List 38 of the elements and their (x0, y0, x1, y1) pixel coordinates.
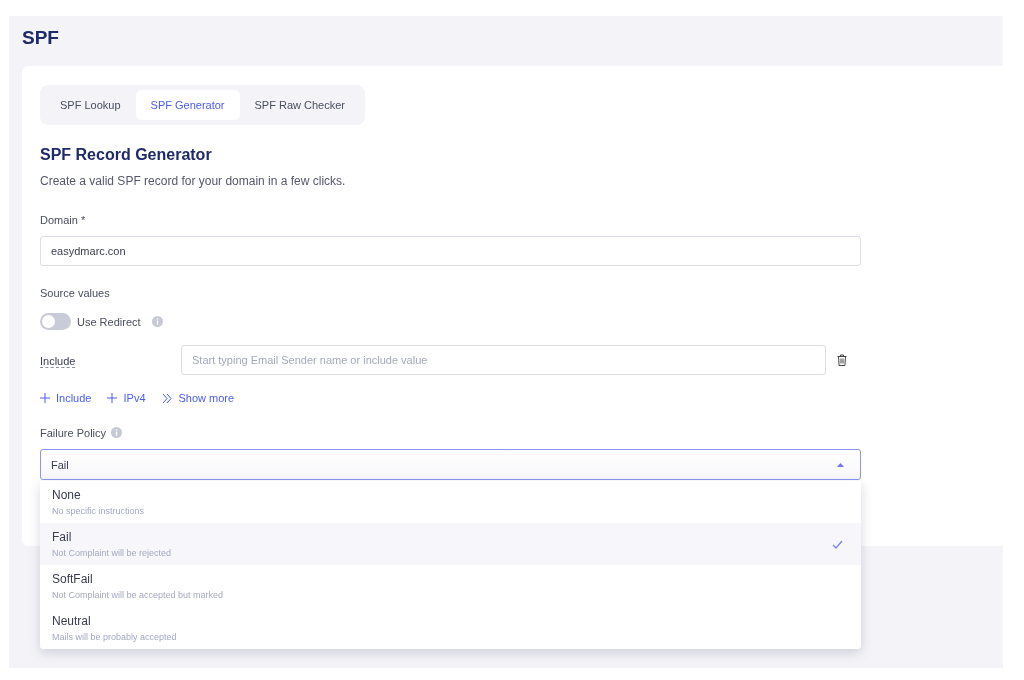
toggle-label: Use Redirect (77, 315, 141, 328)
include-field[interactable]: Start typing Email Sender name or include value (181, 345, 826, 375)
section-description: Create a valid SPF record for your domain in a few clicks. (40, 174, 347, 188)
tab[interactable]: SPF Raw Checker (239, 90, 360, 120)
add-link[interactable]: Include (40, 392, 92, 404)
include-label: Include (40, 355, 76, 368)
add-link[interactable]: IPv4 (107, 392, 146, 404)
option-description: Not Complaint will be accepted but marked (52, 590, 224, 600)
double-chevron-icon (161, 392, 173, 404)
option-description: No specific instructions (52, 506, 145, 516)
dropdown-option[interactable]: Neutral Mails will be probably accepted (40, 607, 861, 649)
dropdown-option[interactable]: Fail Not Complaint will be rejected (40, 523, 861, 565)
toggle-switch[interactable] (40, 313, 71, 330)
info-icon (151, 316, 163, 327)
tab[interactable]: SPF Generator (135, 90, 240, 120)
dropdown-option[interactable]: None No specific instructions (40, 481, 861, 523)
check-icon (832, 539, 843, 549)
option-description: Mails will be probably accepted (52, 632, 177, 642)
info-icon (111, 427, 123, 438)
domain-field[interactable]: easydmarc.con (40, 236, 861, 266)
plus-icon (107, 393, 118, 403)
option-label: None (52, 488, 81, 502)
section-title: SPF Record Generator (40, 146, 212, 164)
plus-icon (40, 393, 50, 403)
show-more-link[interactable]: Show more (161, 392, 235, 404)
dropdown-option[interactable]: SoftFail Not Complaint will be accepted but marked (40, 565, 861, 607)
option-description: Not Complaint will be rejected (52, 548, 172, 558)
trash-icon[interactable] (837, 354, 847, 366)
failure-policy-select[interactable]: Fail (40, 449, 861, 480)
option-label: Fail (52, 530, 72, 544)
section-label: Source values (40, 287, 110, 299)
option-label: SoftFail (52, 572, 93, 586)
field-label: Failure Policy (40, 427, 107, 439)
tab[interactable]: SPF Lookup (45, 90, 136, 120)
field-label: Domain * (40, 214, 86, 226)
option-label: Neutral (52, 614, 91, 628)
page-title: SPF (22, 27, 59, 49)
caret-icon (837, 462, 844, 467)
